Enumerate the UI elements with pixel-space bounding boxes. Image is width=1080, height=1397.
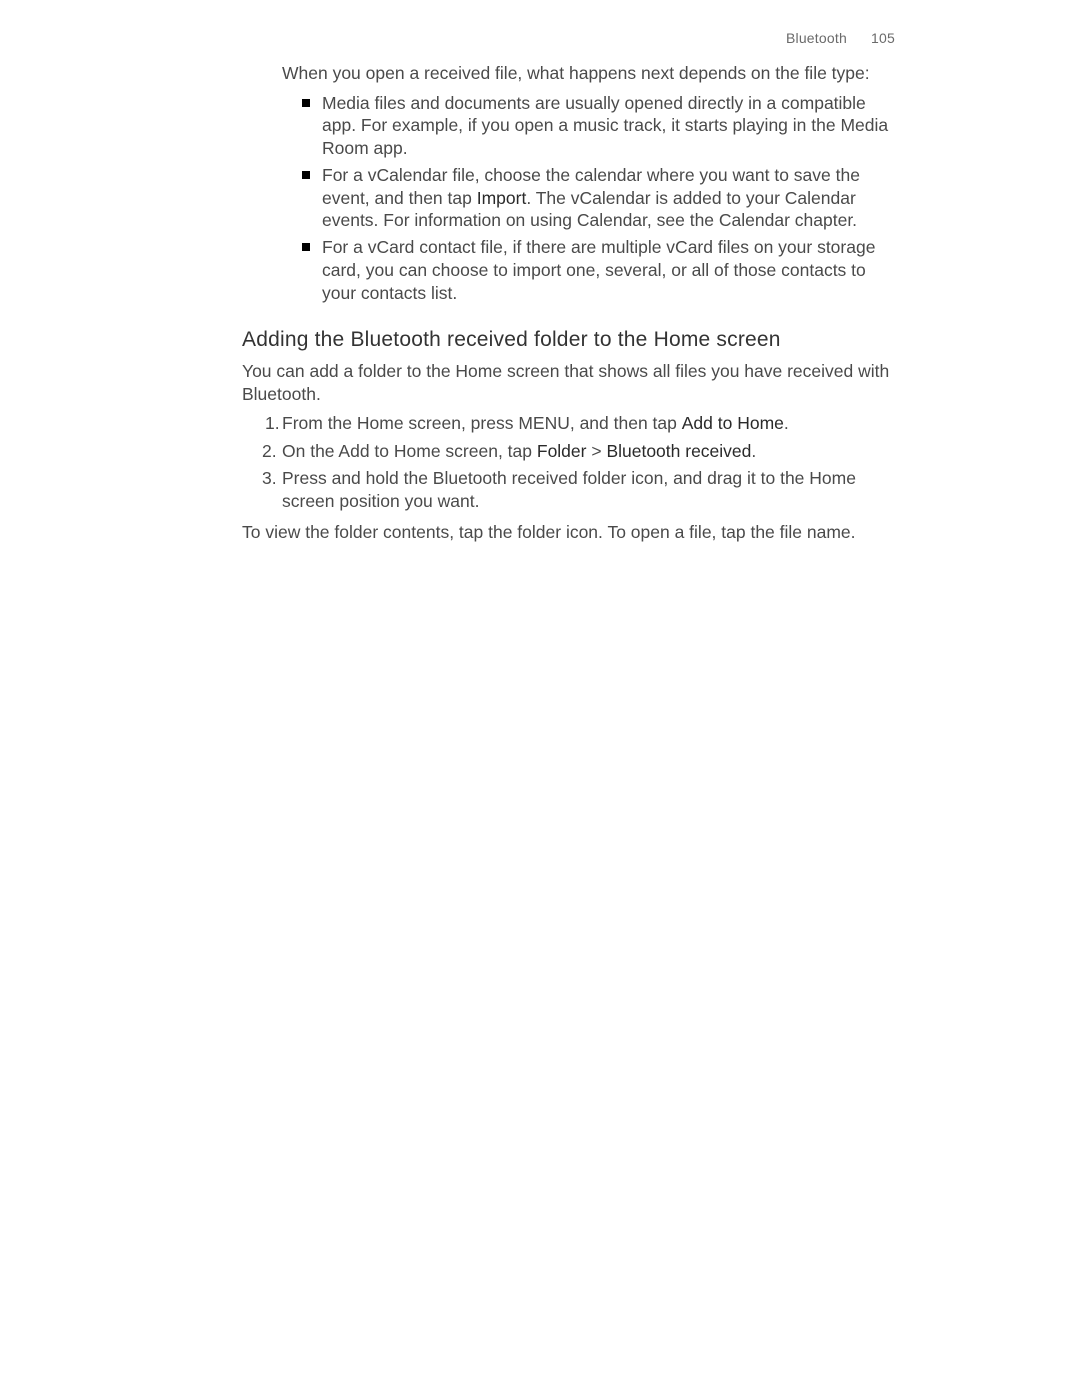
step-item: From the Home screen, press MENU, and th… [270,412,895,435]
list-item: For a vCard contact file, if there are m… [302,236,895,304]
list-item-text: For a vCard contact file, if there are m… [322,237,875,303]
list-item: For a vCalendar file, choose the calenda… [302,164,895,232]
intro-paragraph: When you open a received file, what happ… [242,62,895,86]
list-item: Media files and documents are usually op… [302,92,895,160]
steps-list: From the Home screen, press MENU, and th… [242,412,895,513]
step-text-mid: > [586,441,606,461]
list-item-text: Media files and documents are usually op… [322,93,888,159]
file-type-list: Media files and documents are usually op… [242,92,895,305]
closing-paragraph: To view the folder contents, tap the fol… [242,521,895,544]
header-page-number: 105 [871,30,895,46]
step-text-post: . [751,441,756,461]
step-item: On the Add to Home screen, tap Folder > … [270,440,895,463]
import-label: Import [477,188,527,208]
bluetooth-received-label: Bluetooth received [606,441,751,461]
step-item: Press and hold the Bluetooth received fo… [270,467,895,513]
page-header: Bluetooth 105 [242,30,895,46]
add-to-home-label: Add to Home [682,413,784,433]
step-text: Press and hold the Bluetooth received fo… [282,468,856,511]
folder-label: Folder [537,441,587,461]
section-heading: Adding the Bluetooth received folder to … [242,328,895,352]
heading-intro-paragraph: You can add a folder to the Home screen … [242,360,895,406]
step-text-post: . [784,413,789,433]
step-text-pre: On the Add to Home screen, tap [282,441,537,461]
step-text-pre: From the Home screen, press MENU, and th… [282,413,682,433]
header-section-name: Bluetooth [786,30,847,46]
